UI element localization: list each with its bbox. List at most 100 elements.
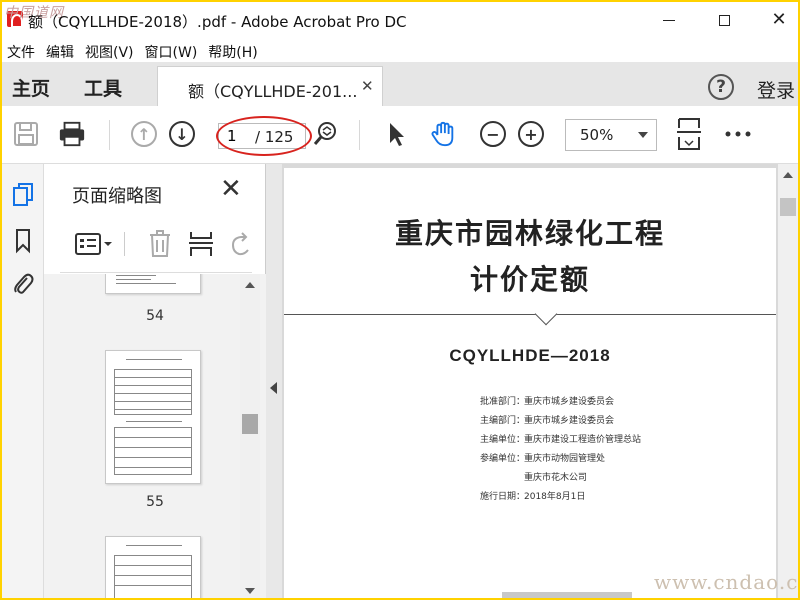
document-scrollbar[interactable] — [778, 164, 798, 598]
left-rail — [2, 164, 44, 598]
save-icon[interactable] — [12, 120, 40, 148]
thumbnail-page[interactable] — [105, 536, 201, 598]
info-label: 施行日期： — [480, 492, 526, 502]
thumb-line — [114, 585, 192, 586]
info-line: 主编部门：重庆市城乡建设委员会 — [480, 413, 614, 426]
doc-divider — [284, 314, 776, 315]
thumb-line — [114, 447, 192, 448]
zoom-dropdown[interactable]: 50% — [565, 119, 657, 151]
doc-divider-notch — [534, 302, 558, 326]
minimize-icon — [663, 19, 675, 21]
tab-tools[interactable]: 工具 — [84, 74, 122, 101]
info-value: 重庆市城乡建设委员会 — [524, 416, 615, 426]
menu-help[interactable]: 帮助(H) — [203, 38, 263, 62]
info-value: 重庆市动物园管理处 — [524, 454, 606, 464]
page-thumbnails-icon[interactable] — [11, 182, 35, 208]
scroll-up-icon[interactable] — [783, 172, 793, 178]
thumbnail-scrollbar[interactable] — [240, 274, 260, 598]
panel-collapse-handle[interactable] — [266, 164, 282, 598]
thumb-line — [116, 279, 151, 280]
horizontal-scrollbar[interactable] — [502, 592, 632, 598]
help-icon[interactable]: ? — [708, 74, 734, 100]
close-window-button[interactable]: ✕ — [754, 2, 798, 38]
toolbar-separator — [109, 120, 110, 150]
watermark-bottom: www.cndao.com — [654, 570, 798, 594]
previous-page-button[interactable]: ↑ — [130, 120, 158, 148]
fit-page-icon[interactable] — [675, 118, 703, 150]
chevron-down-icon — [638, 132, 648, 138]
menu-window[interactable]: 窗口(W) — [140, 38, 204, 62]
thumbnail-options-icon[interactable] — [74, 232, 114, 260]
thumbnail-label: 55 — [146, 494, 164, 510]
pdf-page: 重庆市园林绿化工程 计价定额 CQYLLHDE—2018 批准部门：重庆市城乡建… — [284, 168, 776, 598]
thumb-line — [116, 275, 156, 276]
maximize-button[interactable] — [699, 2, 749, 38]
select-tool-icon[interactable] — [382, 120, 410, 148]
scroll-up-icon[interactable] — [245, 282, 255, 288]
thumb-line — [114, 565, 192, 566]
tab-document[interactable]: 额（CQYLLHDE-201... ✕ — [157, 66, 383, 106]
info-line: 重庆市花木公司 — [480, 470, 587, 483]
thumbnail-list: 54 55 — [44, 274, 266, 598]
close-tab-icon[interactable]: ✕ — [361, 77, 374, 95]
hand-tool-icon[interactable] — [429, 120, 457, 148]
zoom-search-icon[interactable] — [312, 120, 340, 148]
thumbnail-page[interactable] — [105, 274, 201, 294]
scrollbar-thumb[interactable] — [242, 414, 258, 434]
info-value: 重庆市建设工程造价管理总站 — [524, 435, 642, 445]
thumb-line — [114, 393, 192, 394]
document-tab-label: 额（CQYLLHDE-201... — [188, 82, 358, 101]
title-bar: 中国道网 额（CQYLLHDE-2018）.pdf - Adobe Acroba… — [2, 2, 798, 38]
info-value: 重庆市花木公司 — [524, 473, 588, 483]
thumb-line — [114, 467, 192, 468]
menu-view[interactable]: 视图(V) — [80, 38, 140, 62]
insert-page-icon[interactable] — [188, 230, 214, 262]
info-label: 主编单位： — [480, 435, 526, 445]
panel-toolbar — [72, 228, 252, 260]
thumb-line — [114, 409, 192, 410]
thumb-line — [126, 545, 182, 546]
close-panel-icon[interactable]: ✕ — [220, 176, 242, 202]
panel-title: 页面缩略图 — [72, 186, 162, 207]
login-button[interactable]: 登录 — [757, 76, 795, 103]
print-icon[interactable] — [58, 120, 86, 148]
rotate-page-icon[interactable] — [230, 230, 252, 262]
info-line: 参编单位：重庆市动物园管理处 — [480, 451, 605, 464]
toolbar: ↑ ↓ / 125 − + 50% — [2, 106, 798, 164]
scrollbar-thumb[interactable] — [780, 198, 796, 216]
thumb-line — [116, 283, 176, 284]
more-options-icon[interactable] — [724, 120, 752, 148]
info-value: 重庆市城乡建设委员会 — [524, 397, 615, 407]
next-page-button[interactable]: ↓ — [168, 120, 196, 148]
zoom-out-button[interactable]: − — [479, 120, 507, 148]
menu-file[interactable]: 文件 — [2, 38, 41, 62]
doc-title-line2: 计价定额 — [469, 263, 590, 296]
acrobat-window: 中国道网 额（CQYLLHDE-2018）.pdf - Adobe Acroba… — [2, 2, 798, 598]
zoom-in-button[interactable]: + — [517, 120, 545, 148]
tab-row: 主页 工具 额（CQYLLHDE-201... ✕ ? 登录 — [2, 62, 798, 106]
plus-icon: + — [518, 121, 544, 147]
delete-page-icon[interactable] — [148, 230, 172, 262]
info-line: 施行日期：2018年8月1日 — [480, 489, 585, 502]
thumbnail-panel: 页面缩略图 ✕ 54 55 — [44, 164, 266, 598]
window-title: 额（CQYLLHDE-2018）.pdf - Adobe Acrobat Pro… — [28, 13, 407, 31]
minus-icon: − — [480, 121, 506, 147]
document-view[interactable]: 重庆市园林绿化工程 计价定额 CQYLLHDE—2018 批准部门：重庆市城乡建… — [282, 164, 798, 598]
thumbnail-label: 54 — [146, 308, 164, 324]
tab-home[interactable]: 主页 — [12, 74, 50, 101]
info-line: 主编单位：重庆市建设工程造价管理总站 — [480, 432, 641, 445]
minimize-button[interactable] — [644, 2, 694, 38]
thumb-line — [114, 385, 192, 386]
chevron-left-icon — [270, 382, 277, 394]
menu-edit[interactable]: 编辑 — [41, 38, 80, 62]
thumb-line — [114, 457, 192, 458]
thumbnail-page[interactable] — [105, 350, 201, 484]
doc-code: CQYLLHDE—2018 — [449, 346, 611, 365]
thumb-line — [114, 401, 192, 402]
scroll-down-icon[interactable] — [245, 588, 255, 594]
zoom-value: 50% — [580, 126, 614, 144]
attachment-icon[interactable] — [11, 272, 35, 298]
bookmark-icon[interactable] — [11, 228, 35, 254]
thumb-line — [126, 421, 182, 422]
thumb-table — [114, 555, 192, 598]
